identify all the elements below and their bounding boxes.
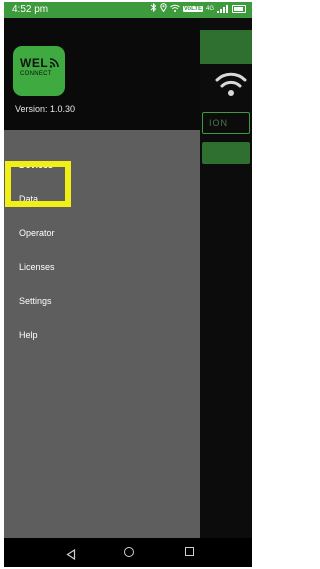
volte-badge: VoLTE [182, 5, 203, 12]
recent-apps-icon[interactable] [185, 547, 194, 556]
menu-item-operator[interactable]: Operator [4, 218, 200, 248]
background-toolbar [200, 30, 252, 64]
menu-item-label: Operator [19, 228, 55, 238]
background-filled-button [202, 142, 250, 164]
app-version: Version: 1.0.30 [15, 104, 76, 114]
signal-wave-icon [49, 56, 59, 68]
system-nav-bar [4, 538, 252, 567]
logo-text-wel: WEL [20, 56, 49, 70]
background-outline-button: ION [202, 112, 250, 134]
network-type: 4G [205, 5, 214, 12]
logo-text-connect: CONNECT [20, 71, 52, 77]
drawer-header: WEL CONNECT Version: 1.0.30 [4, 18, 200, 130]
menu-item-licenses[interactable]: Licenses [4, 252, 200, 282]
navigation-drawer: WEL CONNECT Version: 1.0.30 Devices Data… [4, 18, 200, 538]
menu-item-label: Settings [19, 296, 52, 306]
location-icon [160, 3, 167, 14]
menu-item-settings[interactable]: Settings [4, 286, 200, 316]
menu-item-help[interactable]: Help [4, 320, 200, 350]
home-icon[interactable] [124, 547, 134, 557]
menu-item-label: Help [19, 330, 38, 340]
back-icon[interactable] [66, 547, 76, 561]
wel-connect-logo: WEL CONNECT [13, 46, 65, 96]
wifi-icon [170, 4, 180, 14]
signal-icon [217, 4, 229, 13]
phone-screen: 4:52 pm VoLTE 4G ION WEL CONNECT Version… [4, 2, 252, 567]
bluetooth-icon [150, 2, 157, 14]
status-time: 4:52 pm [12, 4, 49, 15]
wifi-icon [214, 68, 248, 104]
status-bar: 4:52 pm VoLTE 4G [4, 2, 252, 18]
background-app: ION [200, 18, 252, 538]
menu-item-label: Licenses [19, 262, 55, 272]
status-icons: VoLTE 4G [150, 2, 246, 14]
highlight-box [5, 161, 71, 207]
battery-icon [232, 4, 246, 13]
